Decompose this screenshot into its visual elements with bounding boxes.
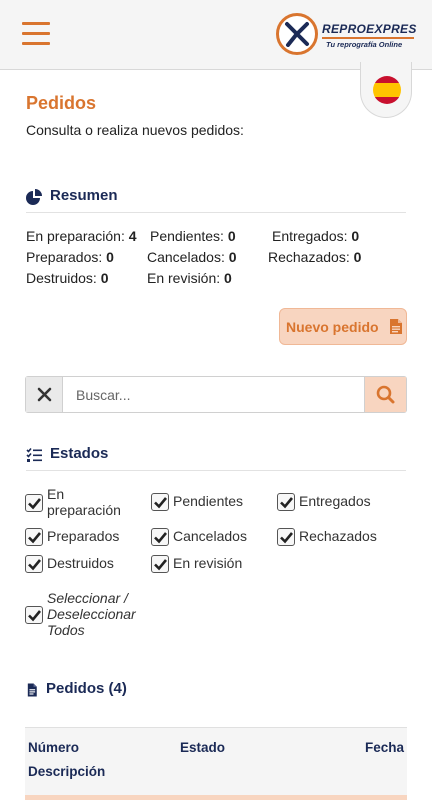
top-header: REPROEXPRES Tu reprografía Online xyxy=(0,0,432,70)
estado-checkbox-pendientes[interactable]: Pendientes xyxy=(151,493,261,513)
stat-cancelados: Cancelados: 0 xyxy=(147,249,237,265)
estado-checkbox-en-revision[interactable]: En revisión xyxy=(151,555,261,575)
column-numero[interactable]: Número xyxy=(28,740,79,755)
estados-section-header: Estados xyxy=(26,443,406,471)
language-selector[interactable] xyxy=(360,62,412,118)
checkbox-checked-icon xyxy=(25,555,43,573)
page-title: Pedidos xyxy=(26,93,97,113)
resumen-heading: Resumen xyxy=(50,187,118,204)
checkbox-checked-icon xyxy=(25,494,43,512)
nuevo-pedido-label: Nuevo pedido xyxy=(286,319,379,335)
document-icon xyxy=(390,319,402,334)
estados-heading: Estados xyxy=(50,445,109,462)
estado-checkbox-cancelados[interactable]: Cancelados xyxy=(151,528,261,548)
estado-checkbox-entregados[interactable]: Entregados xyxy=(277,493,387,513)
search-input[interactable] xyxy=(64,377,364,412)
nuevo-pedido-button[interactable]: Nuevo pedido xyxy=(279,308,407,345)
search-button[interactable] xyxy=(364,377,406,412)
checkbox-checked-icon xyxy=(25,528,43,546)
select-all-checkbox[interactable]: Seleccionar / Deseleccionar Todos xyxy=(25,589,155,641)
pedidos-section-header: Pedidos (4) xyxy=(26,678,406,706)
estado-checkbox-preparados[interactable]: Preparados xyxy=(25,528,135,548)
estado-checkbox-en-preparacion[interactable]: En preparación xyxy=(25,485,135,521)
checkbox-checked-icon xyxy=(151,555,169,573)
column-descripcion[interactable]: Descripción xyxy=(28,764,105,779)
pedidos-table-header: Número Estado Fecha Descripción xyxy=(25,727,407,795)
estado-checkbox-rechazados[interactable]: Rechazados xyxy=(277,528,387,548)
checkbox-checked-icon xyxy=(277,528,295,546)
column-fecha[interactable]: Fecha xyxy=(365,740,404,755)
search-icon xyxy=(376,385,395,404)
checkbox-checked-icon xyxy=(151,528,169,546)
stat-en-preparacion: En preparación: 4 xyxy=(26,228,137,244)
logo-mark-icon xyxy=(276,13,318,55)
logo-tagline: Tu reprografía Online xyxy=(326,40,403,49)
pie-chart-icon xyxy=(26,189,42,205)
stat-destruidos: Destruidos: 0 xyxy=(26,270,109,286)
logo-name: REPROEXPRES xyxy=(322,22,417,36)
search-bar xyxy=(25,376,407,413)
resumen-section-header: Resumen xyxy=(26,185,406,213)
checkbox-checked-icon xyxy=(151,493,169,511)
table-row[interactable] xyxy=(25,795,407,800)
pedidos-heading: Pedidos (4) xyxy=(46,680,127,697)
reproexpres-logo[interactable]: REPROEXPRES Tu reprografía Online xyxy=(276,13,416,57)
stat-en-revision: En revisión: 0 xyxy=(147,270,232,286)
checkbox-checked-icon xyxy=(277,493,295,511)
stat-preparados: Preparados: 0 xyxy=(26,249,114,265)
stat-pendientes: Pendientes: 0 xyxy=(150,228,236,244)
page-subtitle: Consulta o realiza nuevos pedidos: xyxy=(26,122,244,138)
column-estado[interactable]: Estado xyxy=(180,740,225,755)
stat-rechazados: Rechazados: 0 xyxy=(268,249,362,265)
spain-flag-icon xyxy=(373,76,401,104)
file-text-icon xyxy=(27,683,37,697)
close-icon xyxy=(37,387,52,402)
checkbox-checked-icon xyxy=(25,606,43,624)
estado-checkbox-destruidos[interactable]: Destruidos xyxy=(25,555,135,575)
checklist-icon xyxy=(26,447,42,462)
hamburger-menu-icon[interactable] xyxy=(22,22,50,46)
clear-search-button[interactable] xyxy=(26,377,63,412)
stat-entregados: Entregados: 0 xyxy=(272,228,360,244)
